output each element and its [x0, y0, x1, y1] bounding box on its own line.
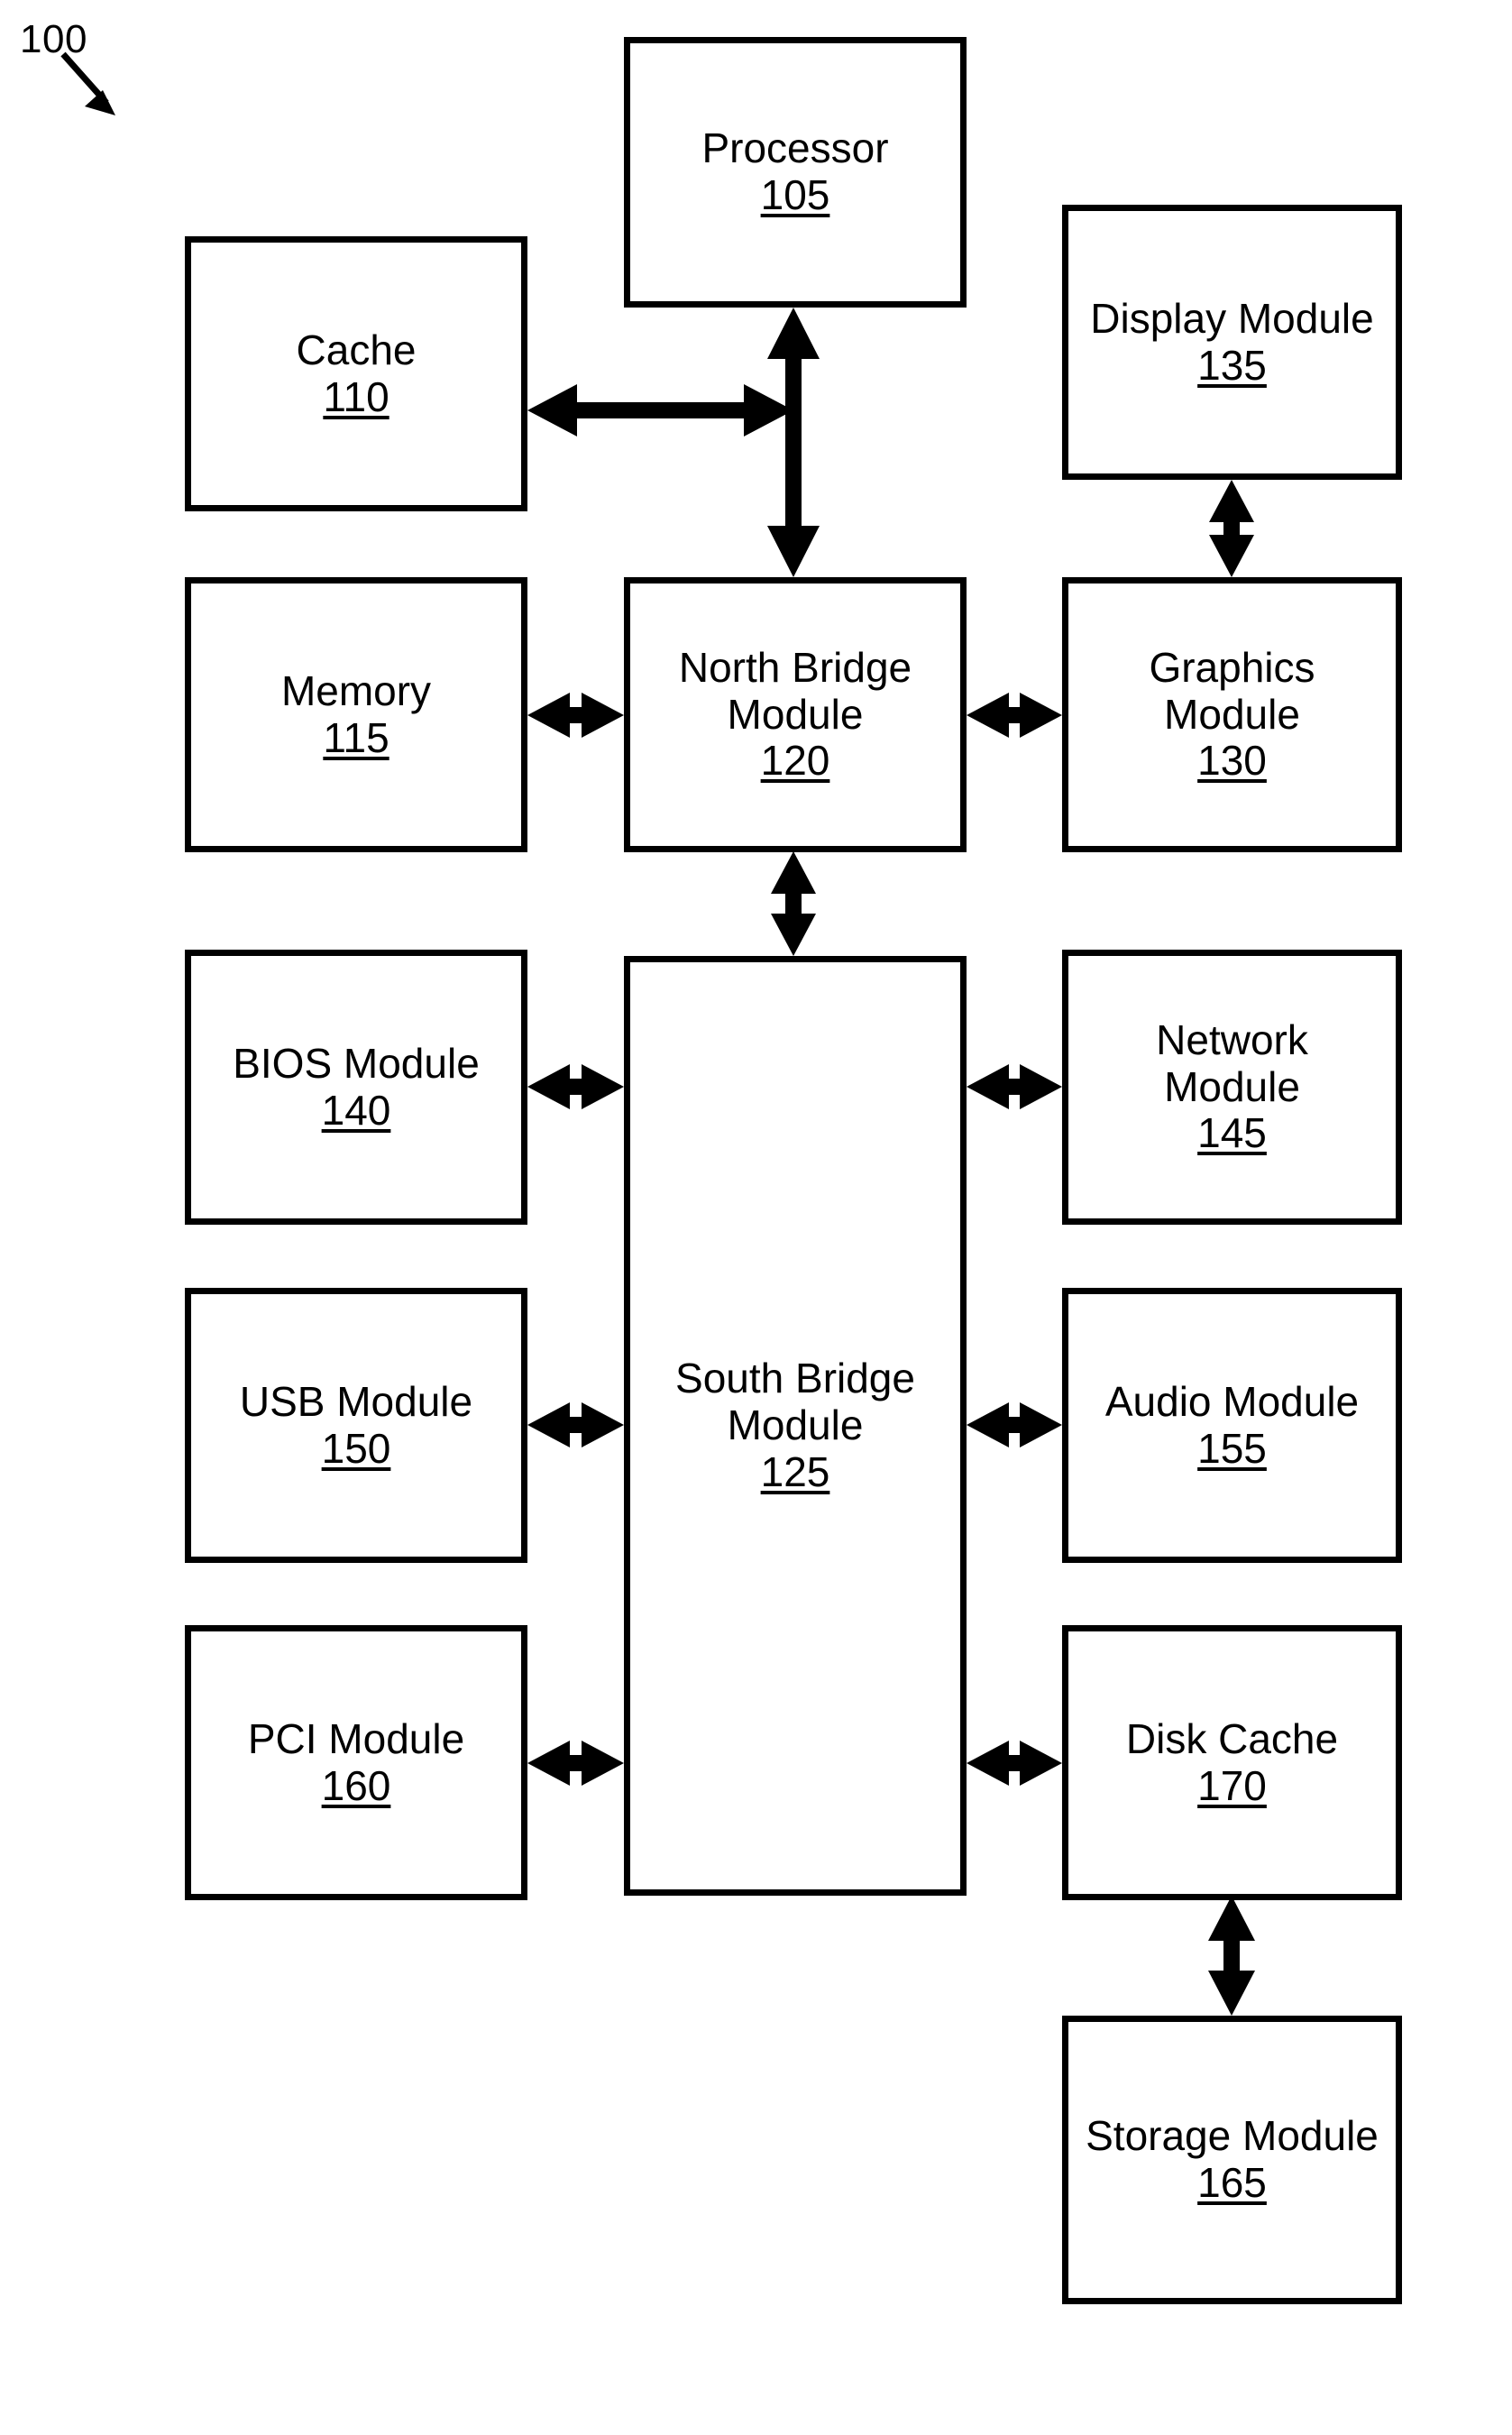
block-storage-module-title: Storage Module	[1086, 2112, 1379, 2160]
block-network-module-title: Network Module	[1156, 1015, 1308, 1110]
connector-cache-processor	[527, 384, 793, 436]
block-processor-title: Processor	[701, 124, 889, 172]
block-display-module-title: Display Module	[1090, 294, 1374, 342]
connector-bios-south-bridge	[527, 1064, 624, 1109]
block-south-bridge-module-ref: 125	[760, 1447, 830, 1495]
block-cache-title: Cache	[296, 326, 417, 373]
block-pci-module-ref: 160	[321, 1761, 391, 1809]
block-audio-module-title: Audio Module	[1104, 1377, 1360, 1425]
block-network-module-ref: 145	[1197, 1109, 1267, 1157]
block-audio-module-ref: 155	[1197, 1424, 1267, 1472]
connector-south-bridge-network	[967, 1064, 1062, 1109]
connector-graphics-display	[1209, 480, 1254, 577]
block-cache-ref: 110	[323, 372, 389, 420]
connector-usb-south-bridge	[527, 1402, 624, 1447]
block-bios-module-ref: 140	[321, 1086, 391, 1134]
block-memory-title: Memory	[280, 666, 432, 714]
block-display-module: Display Module 135	[1062, 205, 1402, 480]
block-disk-cache-ref: 170	[1197, 1761, 1267, 1809]
block-south-bridge-module-title: South Bridge Module	[675, 1355, 915, 1449]
block-audio-module: Audio Module 155	[1062, 1288, 1402, 1563]
block-graphics-module-ref: 130	[1197, 737, 1267, 785]
block-network-module: Network Module 145	[1062, 950, 1402, 1225]
block-diagram-figure: 100 Processor 105 Cache 110 Display Modu…	[0, 0, 1512, 2435]
block-processor: Processor 105	[624, 37, 967, 308]
connector-pci-south-bridge	[527, 1741, 624, 1786]
block-disk-cache-title: Disk Cache	[1125, 1714, 1339, 1762]
block-bios-module-title: BIOS Module	[233, 1039, 480, 1087]
block-south-bridge-module: South Bridge Module 125	[624, 956, 967, 1896]
block-graphics-module: Graphics Module 130	[1062, 577, 1402, 852]
block-north-bridge-module: North Bridge Module 120	[624, 577, 967, 852]
connector-south-bridge-audio	[967, 1402, 1062, 1447]
figure-reference-number: 100	[20, 17, 87, 61]
connector-disk-cache-storage	[1208, 1896, 1255, 2016]
block-north-bridge-module-ref: 120	[760, 737, 830, 785]
block-storage-module-ref: 165	[1197, 2159, 1267, 2206]
block-storage-module: Storage Module 165	[1062, 2016, 1402, 2304]
block-graphics-module-title: Graphics Module	[1149, 643, 1315, 738]
connector-south-bridge-disk-cache	[967, 1741, 1062, 1786]
block-memory-ref: 115	[323, 713, 389, 761]
figure-reference-arrow-icon	[60, 51, 115, 115]
block-processor-ref: 105	[760, 171, 830, 218]
block-north-bridge-module-title: North Bridge Module	[678, 643, 912, 738]
block-disk-cache: Disk Cache 170	[1062, 1625, 1402, 1900]
block-usb-module: USB Module 150	[185, 1288, 527, 1563]
block-pci-module-title: PCI Module	[247, 1714, 465, 1762]
block-usb-module-ref: 150	[321, 1424, 391, 1472]
block-cache: Cache 110	[185, 236, 527, 511]
connector-processor-north-bridge	[767, 308, 820, 577]
block-display-module-ref: 135	[1197, 341, 1267, 389]
block-usb-module-title: USB Module	[239, 1377, 473, 1425]
connector-memory-north-bridge	[527, 693, 624, 738]
block-memory: Memory 115	[185, 577, 527, 852]
block-pci-module: PCI Module 160	[185, 1625, 527, 1900]
block-bios-module: BIOS Module 140	[185, 950, 527, 1225]
connector-north-bridge-graphics	[967, 693, 1062, 738]
connector-north-bridge-south-bridge	[771, 851, 816, 956]
